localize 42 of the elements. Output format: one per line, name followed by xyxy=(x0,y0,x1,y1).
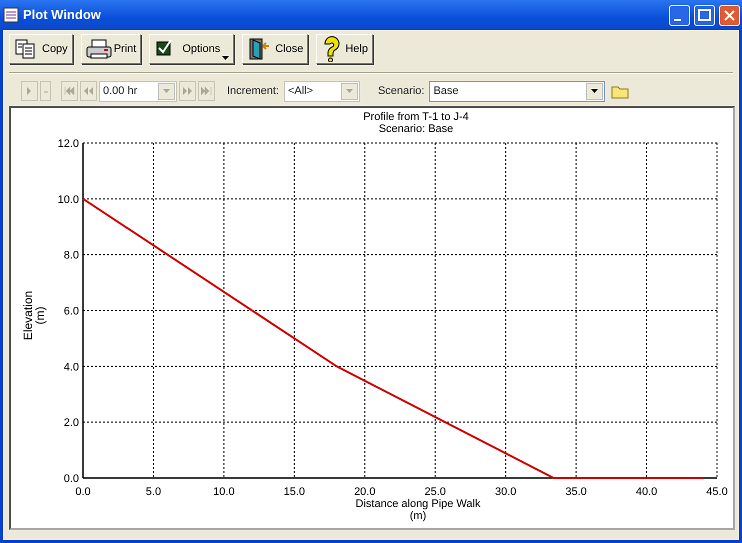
x-tick-label: 0.0 xyxy=(75,486,91,498)
x-tick-label: 20.0 xyxy=(354,486,376,498)
chart-title: Profile from T-1 to J-4 xyxy=(363,111,469,123)
chart-subtitle: Scenario: Base xyxy=(378,123,454,135)
x-tick-label: 35.0 xyxy=(565,486,587,498)
last-icon xyxy=(201,87,212,95)
first-icon xyxy=(64,87,75,95)
x-tick-label: 40.0 xyxy=(636,486,658,498)
close-icon xyxy=(722,8,737,22)
help-button[interactable]: Help xyxy=(316,34,373,64)
window-title: Plot Window xyxy=(23,6,102,24)
x-axis-label: Distance along Pipe Walk (m) xyxy=(356,498,480,522)
scenario-label: Scenario: xyxy=(378,84,424,99)
maximize-button[interactable] xyxy=(694,4,715,26)
y-tick-label: 12.0 xyxy=(58,138,79,150)
options-button[interactable]: Options xyxy=(149,34,234,64)
y-tick-label: 2.0 xyxy=(64,417,79,430)
x-tick-label: 25.0 xyxy=(424,486,446,498)
increment-label: Increment: xyxy=(227,84,279,99)
x-tick-label: 30.0 xyxy=(494,486,516,498)
close-button[interactable]: Close xyxy=(242,34,308,64)
y-axis-label: Elevation (m) xyxy=(21,290,47,340)
app-icon xyxy=(3,7,19,23)
maximize-icon xyxy=(697,8,712,22)
copy-button[interactable]: Copy xyxy=(9,34,73,64)
fast-forward-icon xyxy=(182,87,193,95)
scenario-combo[interactable]: Base xyxy=(429,80,606,102)
y-tick-label: 4.0 xyxy=(64,361,79,374)
y-tick-label: 0.0 xyxy=(64,473,79,485)
minimize-icon xyxy=(674,19,681,21)
print-button[interactable]: Print xyxy=(80,34,142,64)
minimize-button[interactable] xyxy=(669,4,690,26)
y-tick-label: 8.0 xyxy=(64,250,79,262)
y-tick-label: 6.0 xyxy=(64,306,79,318)
x-tick-label: 5.0 xyxy=(146,486,162,498)
printer-icon xyxy=(86,37,112,61)
rewind-icon xyxy=(83,87,94,95)
close-button[interactable] xyxy=(719,4,740,26)
x-tick-label: 10.0 xyxy=(213,486,235,498)
x-tick-label: 45.0 xyxy=(706,486,728,498)
y-tick-label: 10.0 xyxy=(58,194,79,206)
x-tick-label: 15.0 xyxy=(284,486,306,498)
